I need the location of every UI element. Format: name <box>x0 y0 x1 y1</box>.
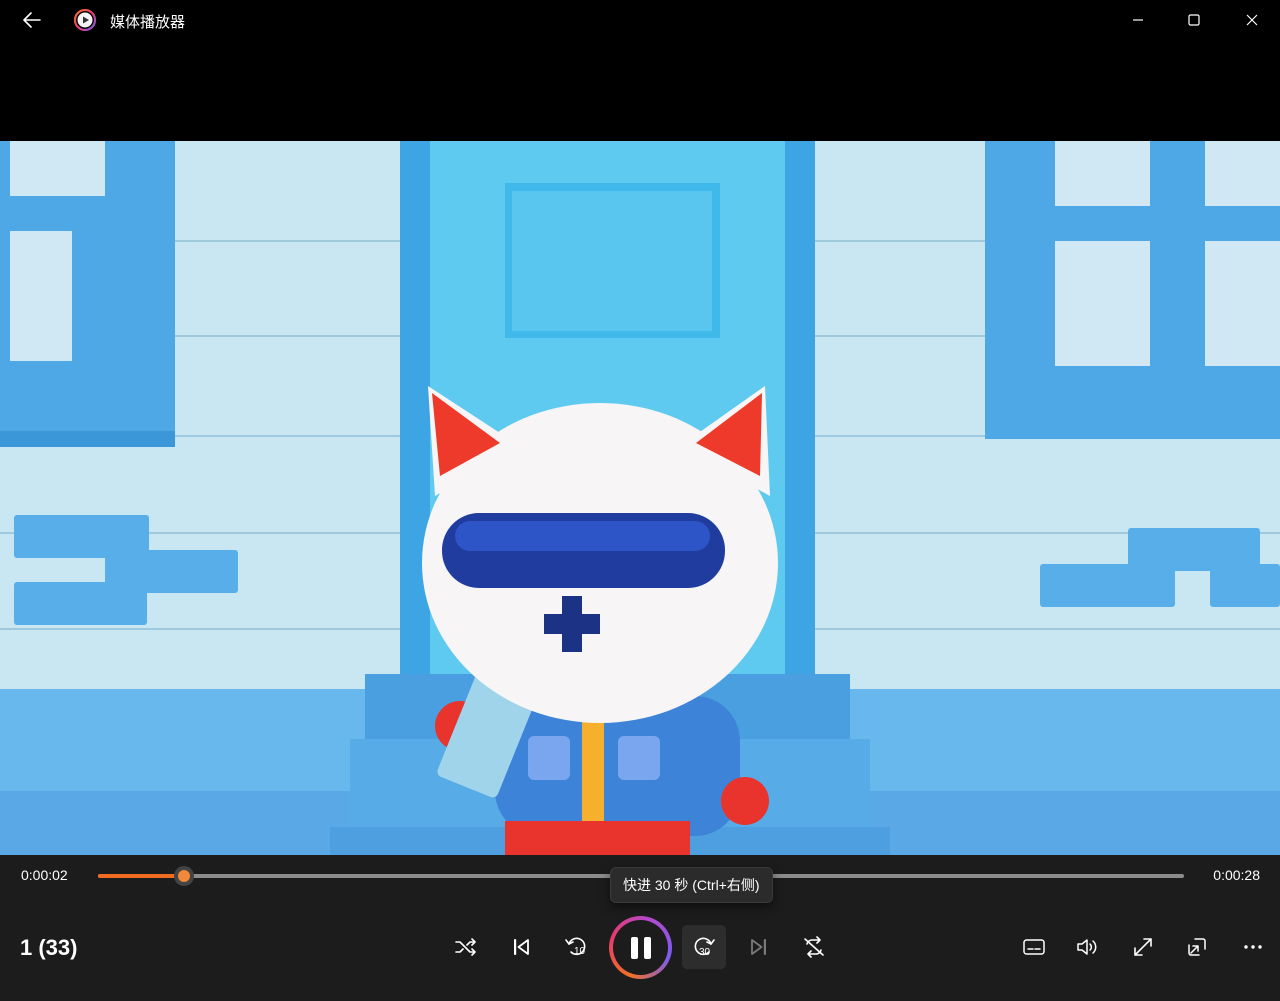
rewind-10-icon: 10 <box>565 937 586 957</box>
minimize-button[interactable] <box>1114 0 1162 40</box>
subtitles-button[interactable] <box>1012 925 1056 969</box>
pause-button[interactable] <box>609 916 672 979</box>
maximize-icon <box>1188 14 1200 26</box>
previous-icon <box>514 939 529 955</box>
volume-button[interactable] <box>1066 925 1110 969</box>
back-arrow-icon <box>23 12 41 28</box>
miniplayer-icon <box>1188 938 1206 956</box>
shuffle-icon <box>455 938 476 956</box>
video-frame <box>0 141 1280 860</box>
total-time: 0:00:28 <box>1213 867 1260 883</box>
seek-bar-progress <box>98 874 184 878</box>
playlist-position: 1 (33) <box>20 935 78 960</box>
repeat-icon <box>804 936 824 958</box>
back-button[interactable] <box>14 6 50 34</box>
maximize-button[interactable] <box>1170 0 1218 40</box>
seek-thumb[interactable] <box>173 866 194 886</box>
pause-icon <box>628 936 654 959</box>
rewind-10-button[interactable]: 10 <box>554 925 598 969</box>
window-title: 媒体播放器 <box>110 14 186 31</box>
shuffle-button[interactable] <box>444 925 488 969</box>
subtitles-icon <box>1023 939 1045 955</box>
control-panel: 0:00:02 0:00:28 1 (33) 10 30 快进 30 秒 (Ct… <box>0 855 1280 1001</box>
repeat-button[interactable] <box>792 925 836 969</box>
current-time: 0:00:02 <box>21 867 68 883</box>
forward-30-icon: 30 <box>694 937 715 958</box>
more-button[interactable] <box>1231 925 1275 969</box>
miniplayer-button[interactable] <box>1175 925 1219 969</box>
video-surface[interactable] <box>0 40 1280 860</box>
forward-seconds: 30 <box>699 947 711 958</box>
more-icon <box>1244 945 1262 949</box>
close-button[interactable] <box>1228 0 1276 40</box>
fullscreen-button[interactable] <box>1121 925 1165 969</box>
title-bar: 媒体播放器 <box>0 0 1280 40</box>
forward-30-button[interactable]: 30 <box>682 925 726 969</box>
rewind-seconds: 10 <box>574 946 586 957</box>
previous-button[interactable] <box>499 925 543 969</box>
next-button[interactable] <box>737 925 781 969</box>
media-player-logo-icon <box>74 9 96 31</box>
tooltip-text: 快进 30 秒 (Ctrl+右侧) <box>623 877 760 893</box>
volume-icon <box>1077 939 1097 955</box>
close-icon <box>1246 14 1258 26</box>
forward-tooltip: 快进 30 秒 (Ctrl+右侧) <box>610 867 773 903</box>
minimize-icon <box>1133 19 1143 21</box>
fullscreen-icon <box>1134 938 1152 956</box>
next-icon <box>751 939 766 955</box>
